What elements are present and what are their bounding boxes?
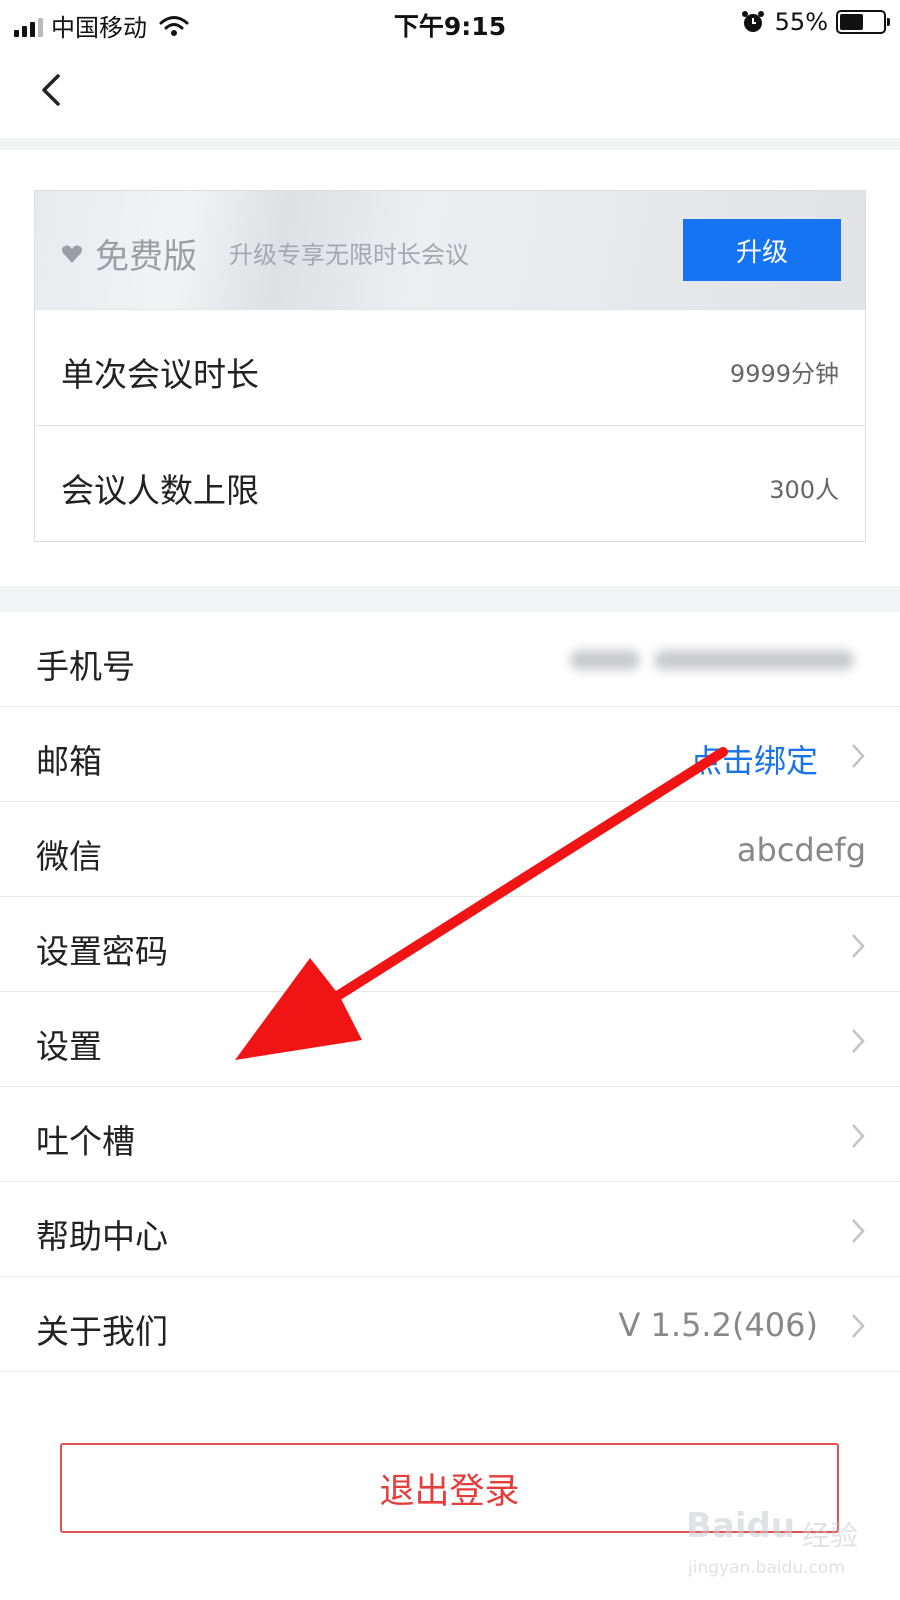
- list-item-label: 关于我们: [36, 1312, 168, 1351]
- bind-email-link[interactable]: 点击绑定: [690, 736, 818, 782]
- list-item-label: 邮箱: [36, 742, 102, 781]
- watermark-logo: Baidu 经验 jingyan.baidu.com: [682, 1500, 882, 1590]
- list-item-label: 微信: [36, 837, 102, 876]
- chevron-right-icon: [852, 934, 865, 958]
- chevron-right-icon: [852, 1124, 865, 1148]
- membership-row-duration: 单次会议时长 9999分钟: [35, 309, 865, 426]
- list-item-about-us[interactable]: 关于我们 V 1.5.2(406): [0, 1277, 900, 1372]
- back-chevron-icon[interactable]: [36, 70, 66, 110]
- watermark-brand: Baidu: [686, 1506, 796, 1546]
- chevron-right-icon: [852, 1314, 865, 1338]
- membership-card-header: 免费版 升级专享无限时长会议 升级: [35, 191, 865, 309]
- list-item-label: 手机号: [36, 647, 135, 686]
- membership-row-label: 会议人数上限: [61, 471, 259, 510]
- chevron-right-icon: [852, 1219, 865, 1243]
- plan-name: 免费版: [95, 237, 197, 277]
- list-item-settings[interactable]: 设置: [0, 992, 900, 1087]
- battery-icon: [836, 10, 890, 34]
- list-item-wechat[interactable]: 微信 abcdefg: [0, 802, 900, 897]
- membership-card: 免费版 升级专享无限时长会议 升级 单次会议时长 9999分钟 会议人数上限 3…: [34, 190, 866, 542]
- upgrade-button[interactable]: 升级: [683, 219, 841, 281]
- battery-fill: [840, 14, 864, 30]
- nav-bar: [0, 46, 900, 138]
- chevron-right-icon: [852, 1029, 865, 1053]
- list-item-feedback[interactable]: 吐个槽: [0, 1087, 900, 1182]
- list-item-help-center[interactable]: 帮助中心: [0, 1182, 900, 1277]
- plan-label: 免费版: [61, 229, 197, 278]
- section-divider: [0, 138, 900, 150]
- list-item-label: 设置: [36, 1027, 102, 1066]
- list-item-set-password[interactable]: 设置密码: [0, 897, 900, 992]
- watermark-url: jingyan.baidu.com: [688, 1558, 845, 1578]
- list-item-label: 设置密码: [36, 932, 168, 971]
- battery-percent: 55%: [774, 8, 828, 36]
- membership-row-label: 单次会议时长: [61, 355, 259, 394]
- app-version: V 1.5.2(406): [618, 1306, 818, 1344]
- membership-row-value: 300人: [769, 476, 839, 504]
- list-item-phone[interactable]: 手机号: [0, 612, 900, 707]
- membership-row-value: 9999分钟: [729, 360, 839, 388]
- status-right: 55%: [741, 8, 890, 36]
- status-bar: 中国移动 下午9:15 55%: [0, 0, 900, 46]
- list-item-email[interactable]: 邮箱 点击绑定: [0, 707, 900, 802]
- list-item-label: 吐个槽: [36, 1122, 135, 1161]
- phone-number-blurred: [570, 642, 860, 678]
- heart-icon: [61, 244, 83, 263]
- membership-row-participants: 会议人数上限 300人: [35, 425, 865, 542]
- section-divider: [0, 586, 900, 612]
- list-item-label: 帮助中心: [36, 1217, 168, 1256]
- alarm-icon: [741, 11, 764, 32]
- wechat-value: abcdefg: [736, 831, 866, 869]
- chevron-right-icon: [852, 744, 865, 768]
- plan-description: 升级专享无限时长会议: [229, 241, 469, 269]
- watermark-sub: 经验: [802, 1519, 859, 1552]
